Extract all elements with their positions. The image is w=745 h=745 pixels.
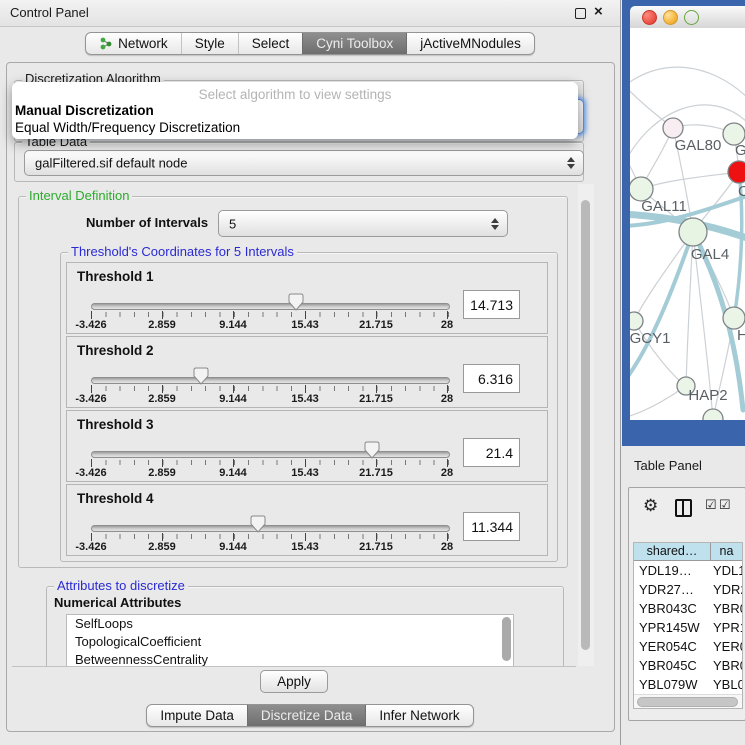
threshold-panel-3: Threshold 3 -3.426 2.859 9.144 15.43 21.… <box>66 410 548 482</box>
table-horizontal-scrollbar[interactable] <box>634 694 742 708</box>
table-row[interactable]: YBL079WYBL0 <box>634 675 742 694</box>
table-row[interactable]: YDR27…YDR2 <box>634 580 742 599</box>
close-icon[interactable]: × <box>594 3 603 20</box>
algorithm-option-manual[interactable]: Manual Discretization <box>15 103 154 118</box>
combo-arrows-icon <box>491 218 499 230</box>
slider-ticks <box>91 312 449 317</box>
top-tab-bar: Network Style Select Cyni Toolbox jActiv… <box>0 32 620 55</box>
scrollbar-thumb[interactable] <box>637 697 738 707</box>
tab-jactivemnodules[interactable]: jActiveMNodules <box>406 33 534 54</box>
table-row[interactable]: YBR045CYBR0 <box>634 656 742 675</box>
split-columns-icon[interactable] <box>675 499 692 517</box>
table-row[interactable]: YPR145WYPR1 <box>634 618 742 637</box>
node-gcy1[interactable] <box>630 312 643 330</box>
checkbox-icon[interactable]: ☑ <box>719 497 731 513</box>
slider-ticks <box>91 386 449 391</box>
minimize-traffic-icon[interactable] <box>663 10 678 25</box>
slider-track[interactable] <box>91 377 450 384</box>
coords-group-title: Threshold's Coordinates for 5 Intervals <box>68 245 297 259</box>
scrollbar-thumb[interactable] <box>581 200 590 650</box>
slider-handle[interactable] <box>250 515 266 533</box>
node-label: GAL80 <box>675 137 722 154</box>
threshold-value-field[interactable]: 21.4 <box>463 438 520 467</box>
threshold-value-field[interactable]: 14.713 <box>463 290 520 319</box>
slider-track[interactable] <box>91 303 450 310</box>
network-window[interactable]: GAL80 GA GAL11 GAL4 GCY1 H HAP2 C <box>622 0 745 446</box>
list-item[interactable]: SelfLoops <box>67 615 513 633</box>
numerical-attributes-label: Numerical Attributes <box>54 595 181 610</box>
algorithm-prompt: Select algorithm to view settings <box>12 87 578 102</box>
slider-handle[interactable] <box>288 293 304 311</box>
list-scrollbar[interactable] <box>502 617 511 661</box>
threshold-panel-2: Threshold 2 -3.426 2.859 9.144 15.43 21.… <box>66 336 548 408</box>
node-label: H <box>737 327 745 344</box>
table-row[interactable]: YDL19…YDL1 <box>634 561 742 580</box>
table-row[interactable]: YER054CYER0 <box>634 637 742 656</box>
slider-track[interactable] <box>91 451 450 458</box>
num-intervals-combo[interactable]: 5 <box>218 210 508 237</box>
float-icon[interactable] <box>575 8 586 19</box>
num-intervals-label: Number of Intervals <box>86 215 208 230</box>
network-canvas[interactable]: GAL80 GA GAL11 GAL4 GCY1 H HAP2 C <box>630 28 745 420</box>
node-red-selected[interactable] <box>728 161 745 183</box>
tab-infer-network[interactable]: Infer Network <box>365 705 472 726</box>
node-table: shared… na YDL19…YDL1 YDR27…YDR2 YBR043C… <box>633 542 743 709</box>
table-panel-title: Table Panel <box>634 458 702 473</box>
tab-network[interactable]: Network <box>86 33 181 54</box>
settings-viewport: Interval Definition Number of Intervals … <box>12 184 576 667</box>
node-label: GAL11 <box>641 198 687 215</box>
threshold-value-field[interactable]: 11.344 <box>463 512 520 541</box>
checkbox-icon[interactable]: ☑ <box>705 497 717 513</box>
network-nodes[interactable] <box>630 118 745 420</box>
list-item[interactable]: BetweennessCentrality <box>67 651 513 667</box>
tab-impute-data[interactable]: Impute Data <box>147 705 247 726</box>
node-label: GAL4 <box>691 246 729 263</box>
settings-scrollbar[interactable] <box>578 184 594 666</box>
combo-arrows-icon <box>567 157 575 169</box>
maximize-traffic-icon[interactable] <box>684 10 699 25</box>
control-panel-titlebar: Control Panel × <box>0 0 620 27</box>
table-row[interactable]: YBR043CYBR0 <box>634 599 742 618</box>
list-item[interactable]: TopologicalCoefficient <box>67 633 513 651</box>
node-label: C <box>738 183 745 200</box>
bottom-tab-bar: Impute Data Discretize Data Infer Networ… <box>0 704 620 727</box>
apply-button[interactable]: Apply <box>260 670 328 693</box>
panel-title: Control Panel <box>10 5 89 20</box>
node-h[interactable] <box>723 307 745 329</box>
threshold-panel-4: Threshold 4 -3.426 2.859 9.144 15.43 21.… <box>66 484 548 556</box>
slider-track[interactable] <box>91 525 450 532</box>
attributes-list: SelfLoops TopologicalCoefficient Between… <box>66 614 514 667</box>
node-gal80[interactable] <box>663 118 683 138</box>
slider-ticks <box>91 534 449 539</box>
algorithm-option-equal-width[interactable]: Equal Width/Frequency Discretization <box>15 120 240 135</box>
column-header-shared-name[interactable]: shared… <box>634 543 711 560</box>
table-panel: ⚙ ☑ ☑ shared… na YDL19…YDL1 YDR27…YDR2 Y… <box>628 487 745 721</box>
tab-discretize-data[interactable]: Discretize Data <box>247 705 366 726</box>
gear-icon[interactable]: ⚙ <box>643 497 658 514</box>
node-label: GA <box>735 142 745 159</box>
slider-handle[interactable] <box>193 367 209 385</box>
table-header-row: shared… na <box>634 543 742 561</box>
threshold-value-field[interactable]: 6.316 <box>463 364 520 393</box>
column-header-name[interactable]: na <box>711 543 742 560</box>
attributes-group-title: Attributes to discretize <box>54 579 188 593</box>
algorithm-dropdown: Select algorithm to view settings Manual… <box>12 82 578 139</box>
node-label: HAP2 <box>688 387 727 404</box>
network-window-titlebar[interactable] <box>630 6 745 29</box>
interval-group-title: Interval Definition <box>26 189 132 203</box>
tab-select[interactable]: Select <box>238 33 303 54</box>
network-icon <box>99 37 113 50</box>
node-partial[interactable] <box>703 409 723 420</box>
slider-ticks <box>91 460 449 465</box>
control-panel: Control Panel × Network Style Select Cyn… <box>0 0 621 745</box>
slider-handle[interactable] <box>364 441 380 459</box>
tab-style[interactable]: Style <box>181 33 238 54</box>
table-data-combo[interactable]: galFiltered.sif default node <box>24 150 584 176</box>
node-label: GCY1 <box>630 330 670 347</box>
threshold-panel-1: Threshold 1 -3.426 2.859 9.144 15.43 21.… <box>66 262 548 334</box>
close-traffic-icon[interactable] <box>642 10 657 25</box>
node-gal4[interactable] <box>679 218 707 246</box>
tab-cyni-toolbox[interactable]: Cyni Toolbox <box>302 33 406 54</box>
